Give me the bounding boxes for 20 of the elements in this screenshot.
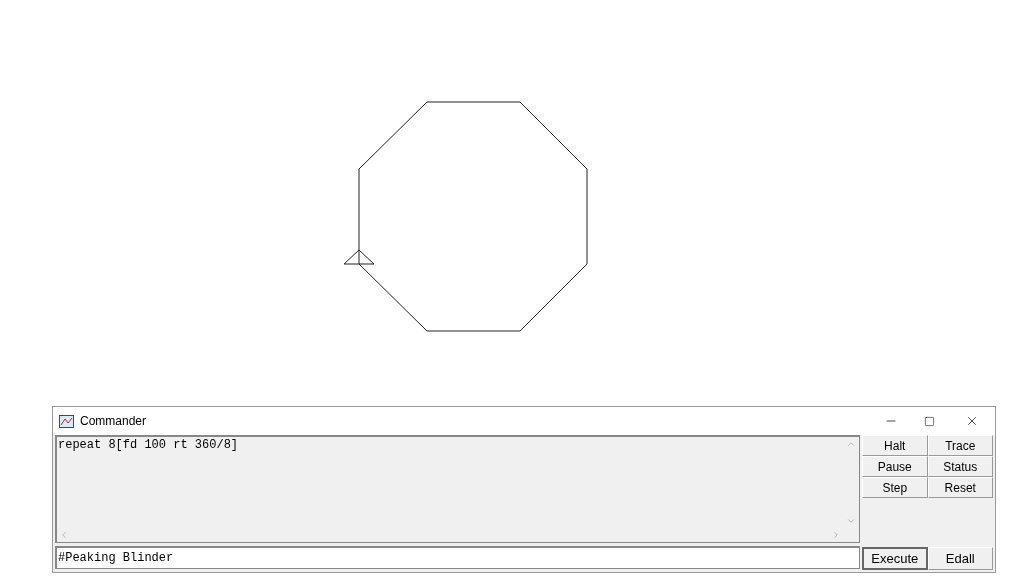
control-button[interactable]: Halt: [862, 435, 928, 456]
control-button[interactable]: Status: [927, 456, 993, 477]
control-button[interactable]: Pause: [862, 456, 928, 477]
action-button[interactable]: Edall: [927, 547, 993, 570]
history-line: repeat 8[fd 100 rt 360/8]: [58, 438, 240, 452]
scroll-up-icon[interactable]: [846, 439, 856, 449]
turtle-icon: [343, 249, 375, 265]
scroll-down-icon[interactable]: [846, 516, 856, 526]
scroll-left-icon[interactable]: [59, 530, 69, 540]
command-input[interactable]: #Peaking Blinder: [55, 546, 860, 569]
action-button[interactable]: Execute: [862, 547, 928, 570]
scroll-right-icon[interactable]: [831, 530, 841, 540]
close-icon[interactable]: [965, 414, 979, 428]
maximize-icon[interactable]: [924, 415, 935, 427]
window-title: Commander: [80, 413, 147, 430]
app-icon: [59, 414, 74, 428]
control-button[interactable]: Step: [862, 477, 928, 498]
control-button[interactable]: Reset: [927, 477, 993, 498]
control-button[interactable]: Trace: [927, 435, 993, 456]
history-pane[interactable]: repeat 8[fd 100 rt 360/8]: [55, 435, 860, 543]
